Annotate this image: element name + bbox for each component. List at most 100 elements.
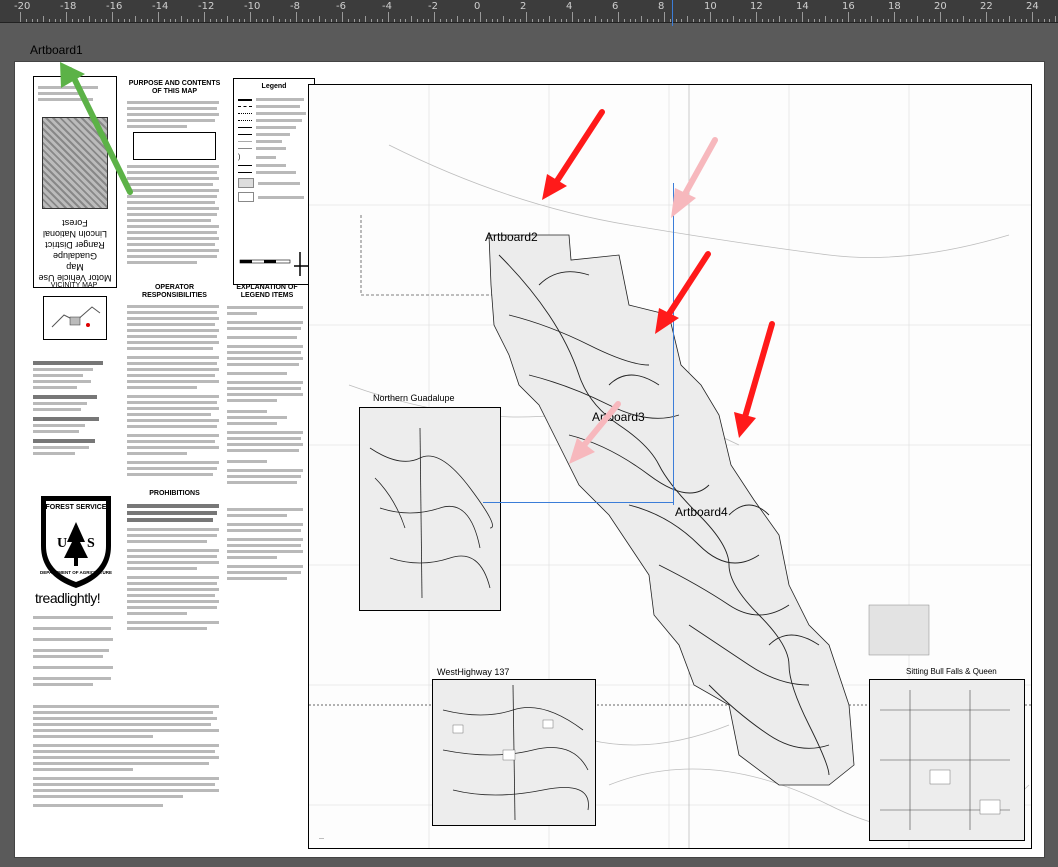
- ruler-minor-tick: [48, 19, 50, 22]
- ruler-label: 14: [796, 1, 809, 12]
- ruler-minor-tick: [290, 19, 292, 22]
- nondiscrimination-statement: [33, 702, 221, 810]
- ruler-minor-tick: [842, 19, 844, 22]
- ruler-label: -12: [198, 1, 215, 12]
- horizontal-ruler[interactable]: -20 -18 -16 -14 -12 -10 -8 -6 -4 -2 0 2 4 6 8 10 12 14 16 1…: [0, 0, 1058, 23]
- ruler-minor-tick: [761, 19, 763, 22]
- guide-vertical[interactable]: [673, 183, 674, 505]
- vicinity-map-box: [43, 296, 107, 340]
- inset-sitting-bull-map: [880, 690, 1010, 830]
- ruler-minor-tick: [606, 19, 608, 22]
- ruler-minor-tick: [560, 19, 562, 22]
- ruler-minor-tick: [405, 19, 407, 22]
- ruler-minor-tick: [451, 19, 453, 22]
- ruler-minor-tick: [60, 19, 62, 22]
- ruler-minor-tick: [871, 16, 872, 22]
- ruler-minor-tick: [922, 19, 924, 22]
- cover-title: Motor Vehicle Use Map Guadalupe Ranger D…: [36, 217, 114, 283]
- tread-lightly-notes: [33, 610, 119, 689]
- inset-west-highway-137[interactable]: [432, 679, 596, 826]
- ruler-minor-tick: [209, 19, 211, 22]
- ruler-minor-tick: [25, 19, 27, 22]
- ruler-minor-tick: [589, 19, 591, 22]
- svg-text:S: S: [87, 536, 95, 551]
- ruler-minor-tick: [957, 19, 959, 22]
- inset-sitting-bull-title: Sitting Bull Falls & Queen: [906, 667, 997, 676]
- ruler-minor-tick: [549, 16, 550, 22]
- ruler-minor-tick: [123, 19, 125, 22]
- guide-horizontal[interactable]: [483, 502, 673, 503]
- legend-title: Legend: [261, 83, 287, 90]
- ruler-minor-tick: [376, 19, 378, 22]
- ruler-major-tick: [158, 12, 159, 22]
- ruler-minor-tick: [215, 19, 217, 22]
- artboard-2-label[interactable]: Artboard2: [485, 230, 538, 244]
- ruler-minor-tick: [445, 19, 447, 22]
- ruler-minor-tick: [330, 19, 332, 22]
- ruler-minor-tick: [675, 19, 677, 22]
- artboard-3-label[interactable]: Artboard3: [592, 410, 645, 424]
- ruler-minor-tick: [767, 19, 769, 22]
- artboard-4-label[interactable]: Artboard4: [675, 505, 728, 519]
- ruler-minor-tick: [646, 19, 648, 22]
- inset-sitting-bull-falls-queen[interactable]: [869, 679, 1025, 841]
- ruler-minor-tick: [468, 19, 470, 22]
- ruler-major-tick: [894, 12, 895, 22]
- ruler-minor-tick: [934, 19, 936, 22]
- ruler-minor-tick: [261, 19, 263, 22]
- ruler-minor-tick: [641, 16, 642, 22]
- ruler-minor-tick: [1055, 16, 1056, 22]
- artboard-page[interactable]: Motor Vehicle Use Map Guadalupe Ranger D…: [15, 62, 1044, 857]
- ruler-minor-tick: [89, 16, 90, 22]
- ruler-minor-tick: [520, 19, 522, 22]
- ruler-minor-tick: [1037, 19, 1039, 22]
- ruler-minor-tick: [669, 19, 671, 22]
- ruler-minor-tick: [416, 19, 418, 22]
- ruler-minor-tick: [238, 19, 240, 22]
- explanation-title: EXPLANATION OF LEGEND ITEMS: [236, 284, 298, 299]
- inset-northern-guadalupe[interactable]: [359, 407, 501, 611]
- cover-panel: Motor Vehicle Use Map Guadalupe Ranger D…: [33, 76, 117, 288]
- artboard-1-label[interactable]: Artboard1: [30, 43, 83, 57]
- operator-section: OPERATOR RESPONSIBILITIES: [127, 284, 222, 479]
- explanation-section: EXPLANATION OF LEGEND ITEMS: [227, 284, 307, 583]
- ruler-label: 8: [658, 1, 665, 12]
- ruler-minor-tick: [284, 19, 286, 22]
- cover-title-line-2: Map: [66, 262, 84, 272]
- cover-title-line-5: Lincoln National Forest: [42, 218, 108, 239]
- ruler-minor-tick: [227, 16, 228, 22]
- ruler-minor-tick: [267, 19, 269, 22]
- main-map[interactable]: — Northern Guadalupe WestHighway 137 Sit…: [308, 84, 1032, 849]
- ruler-minor-tick: [773, 19, 775, 22]
- ruler-minor-tick: [727, 19, 729, 22]
- legend-items: ): [234, 90, 314, 202]
- ruler-label: -18: [60, 1, 77, 12]
- ruler-minor-tick: [100, 19, 102, 22]
- ruler-minor-tick: [968, 19, 970, 22]
- ruler-minor-tick: [152, 19, 154, 22]
- signature-box: [133, 132, 216, 160]
- ruler-minor-tick: [428, 19, 430, 22]
- office-addresses: [33, 358, 115, 458]
- ruler-minor-tick: [232, 19, 234, 22]
- ruler-major-tick: [940, 12, 941, 22]
- purpose-title: PURPOSE AND CONTENTS OF THIS MAP: [128, 80, 221, 95]
- ruler-label: -8: [290, 1, 300, 12]
- ruler-minor-tick: [733, 16, 734, 22]
- ruler-major-tick: [480, 12, 481, 22]
- ruler-origin-marker: [672, 22, 673, 26]
- ruler-minor-tick: [439, 19, 441, 22]
- shield-top-text: FOREST SERVICE: [45, 504, 107, 511]
- ruler-minor-tick: [163, 19, 165, 22]
- ruler-minor-tick: [347, 19, 349, 22]
- ruler-minor-tick: [704, 19, 706, 22]
- ruler-major-tick: [618, 12, 619, 22]
- ruler-minor-tick: [221, 19, 223, 22]
- ruler-minor-tick: [462, 19, 464, 22]
- ruler-minor-tick: [1020, 19, 1022, 22]
- ruler-minor-tick: [169, 19, 171, 22]
- ruler-minor-tick: [876, 19, 878, 22]
- ruler-minor-tick: [600, 19, 602, 22]
- ruler-minor-tick: [77, 19, 79, 22]
- ruler-label: 6: [612, 1, 619, 12]
